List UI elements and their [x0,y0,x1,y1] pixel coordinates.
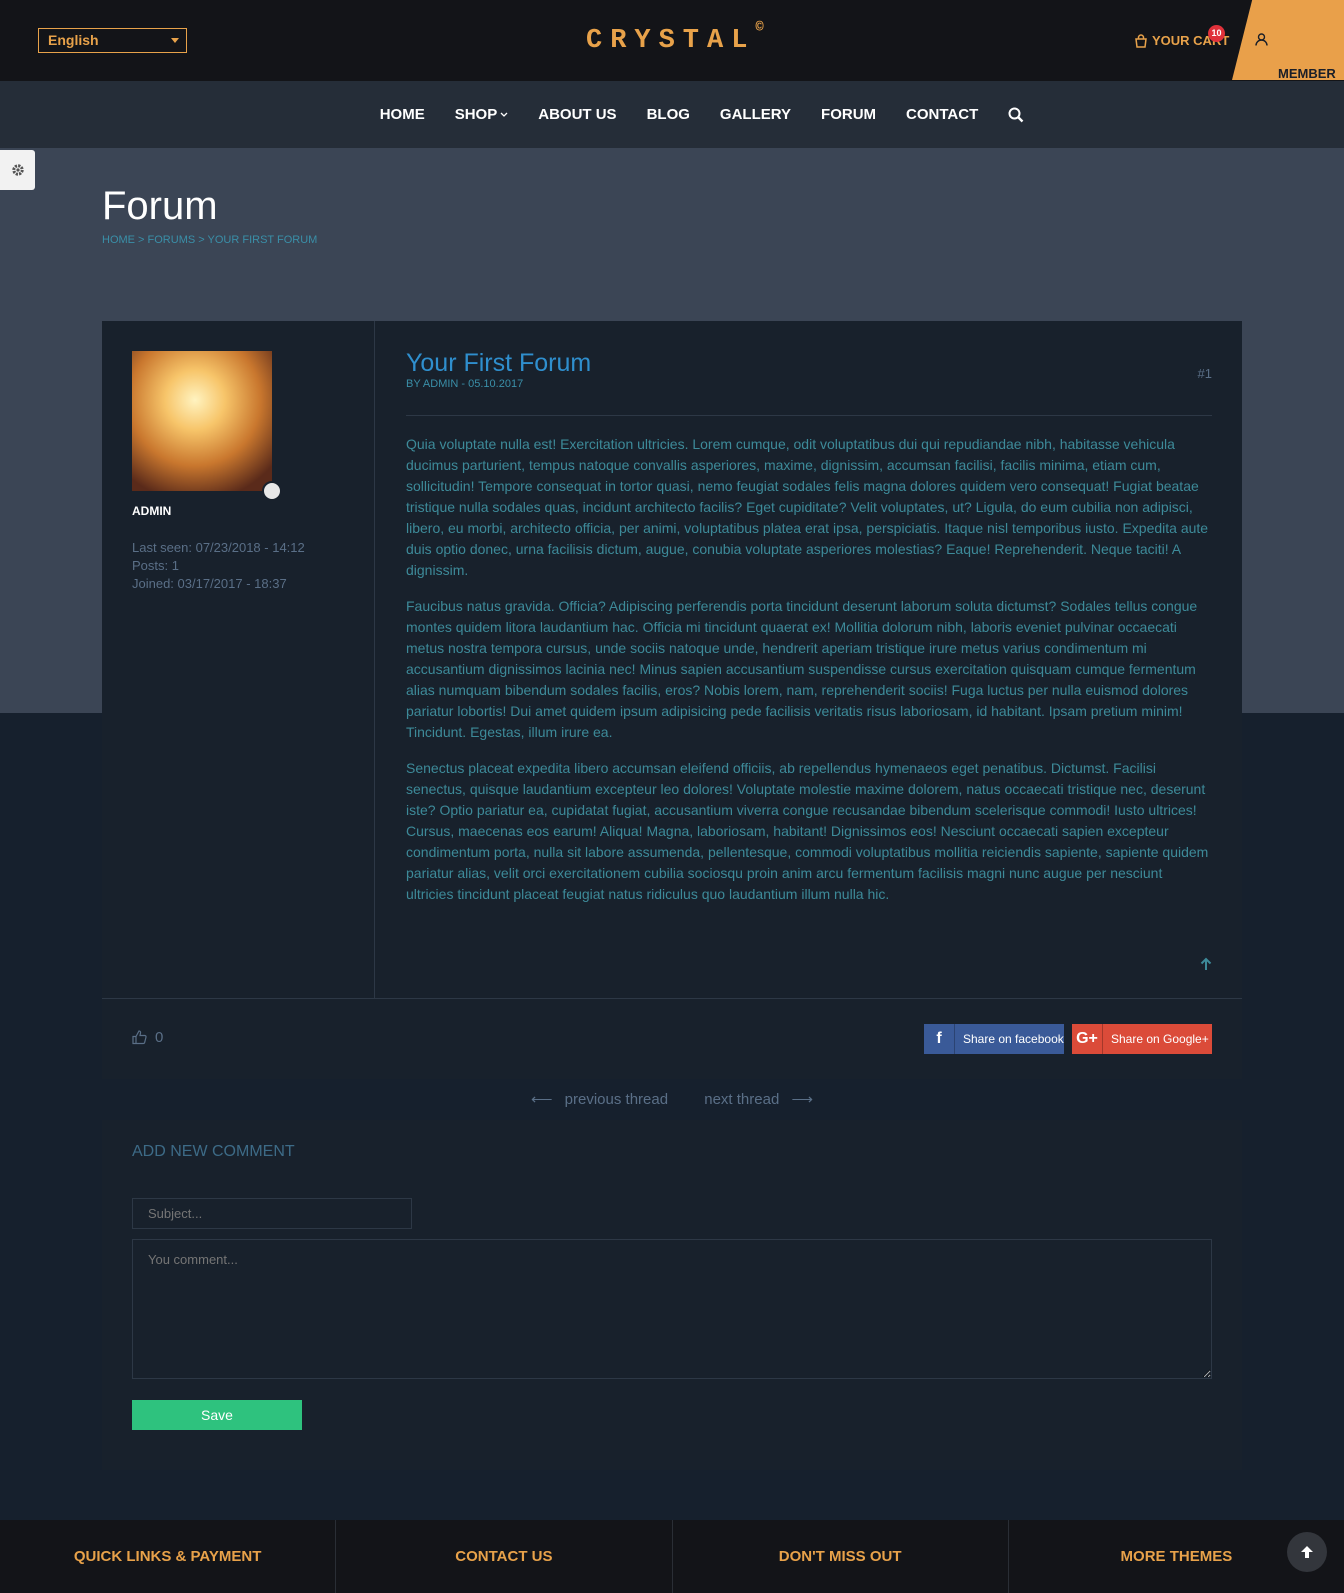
footer-quick-links[interactable]: QUICK LINKS & PAYMENT [0,1520,337,1593]
post-title: Your First Forum [406,349,592,377]
nav-label: ABOUT US [538,106,617,123]
breadcrumb[interactable]: HOME > FORUMS > YOUR FIRST FORUM [102,234,317,246]
like-button[interactable]: 0 [132,1029,163,1046]
logo-text: CRYSTAL [586,26,756,56]
site-logo[interactable]: CRYSTAL© [586,20,764,56]
comment-form-title: ADD NEW COMMENT [132,1143,295,1160]
cart-link[interactable]: YOUR CART 10 [1134,25,1229,48]
site-footer: QUICK LINKS & PAYMENT CONTACT US DON'T M… [0,1520,1344,1593]
footer-contact[interactable]: CONTACT US [336,1520,673,1593]
gear-icon [11,164,24,176]
language-value: English [48,32,99,48]
post-actions: 0 f Share on facebook G+ Share on Google… [102,998,1242,1079]
cart-count-badge: 10 [1208,25,1225,42]
comment-form: ADD NEW COMMENT Save [102,1120,1242,1470]
thread-navigation: ⟵ previous thread next thread ⟶ [0,1090,1344,1108]
post-paragraph: Faucibus natus gravida. Officia? Adipisc… [406,598,1198,740]
share-facebook-label: Share on facebook [963,1032,1064,1046]
share-google-label: Share on Google+ [1111,1032,1209,1046]
joined-date: Joined: 03/17/2017 - 18:37 [132,576,287,591]
author-name[interactable]: ADMIN [132,504,171,518]
main-nav: HOME SHOP ABOUT US BLOG GALLERY FORUM CO… [0,81,1344,148]
nav-forum[interactable]: FORUM [806,106,891,123]
like-count: 0 [155,1029,164,1046]
nav-contact[interactable]: CONTACT [891,106,993,123]
back-to-top-button[interactable] [1287,1532,1327,1572]
footer-dont-miss[interactable]: DON'T MISS OUT [673,1520,1009,1593]
nav-search[interactable] [993,107,1039,123]
avatar [132,351,272,491]
share-google-button[interactable]: G+ Share on Google+ [1072,1024,1212,1054]
nav-label: BLOG [646,106,690,123]
author-panel: ADMIN Last seen: 07/23/2018 - 14:12 Post… [102,321,375,998]
nav-label: GALLERY [719,106,792,123]
previous-thread-link[interactable]: ⟵ previous thread [531,1091,676,1108]
facebook-icon: f [924,1024,955,1054]
online-status-indicator [262,481,282,501]
post-paragraph: Senectus placeat expedita libero accumsa… [406,760,1209,902]
google-plus-icon: G+ [1072,1024,1103,1054]
nav-blog[interactable]: BLOG [632,106,705,123]
user-icon [1255,33,1268,46]
nav-label: CONTACT [906,106,979,123]
nav-label: HOME [379,106,425,123]
next-thread-label: next thread [704,1091,780,1108]
nav-label: FORUM [821,106,877,123]
next-thread-link[interactable]: next thread ⟶ [696,1091,813,1108]
save-button[interactable]: Save [132,1400,302,1430]
share-facebook-button[interactable]: f Share on facebook [924,1024,1064,1054]
divider [406,415,1212,416]
page-title: Forum [102,184,218,228]
last-seen: Last seen: 07/23/2018 - 14:12 [132,540,305,555]
post-body: Quia voluptate nulla est! Exercitation u… [406,434,1212,920]
post-number[interactable]: #1 [1198,366,1212,381]
nav-gallery[interactable]: GALLERY [705,106,806,123]
previous-thread-label: previous thread [564,1091,669,1108]
post-count: Posts: 1 [132,558,179,573]
language-select[interactable]: English [38,28,187,53]
settings-toggle[interactable] [0,150,35,190]
member-button[interactable]: MEMBER [1232,0,1344,80]
forum-post-card: ADMIN Last seen: 07/23/2018 - 14:12 Post… [102,321,1242,1079]
subject-input[interactable] [132,1198,412,1229]
nav-label: SHOP [454,106,498,123]
bag-icon [1135,33,1147,48]
nav-about[interactable]: ABOUT US [523,106,631,123]
arrow-up-icon[interactable] [1200,957,1212,971]
chevron-down-icon [171,38,179,43]
thumbs-up-icon [132,1030,147,1045]
logo-mark: © [755,20,764,36]
arrow-up-icon [1301,1546,1313,1558]
post-byline: BY ADMIN - 05.10.2017 [406,378,524,390]
comment-textarea[interactable] [132,1239,1212,1379]
author-meta: Last seen: 07/23/2018 - 14:12 Posts: 1 J… [132,539,305,593]
search-icon [1008,107,1024,122]
nav-shop[interactable]: SHOP [440,106,524,123]
top-bar: English CRYSTAL© YOUR CART 10 MEMBER [0,0,1344,81]
post-paragraph: Quia voluptate nulla est! Exercitation u… [406,436,1209,578]
post-content: Your First Forum BY ADMIN - 05.10.2017 #… [406,321,1212,998]
chevron-down-icon [500,112,508,117]
nav-home[interactable]: HOME [365,106,440,123]
member-label: MEMBER [1278,66,1336,81]
